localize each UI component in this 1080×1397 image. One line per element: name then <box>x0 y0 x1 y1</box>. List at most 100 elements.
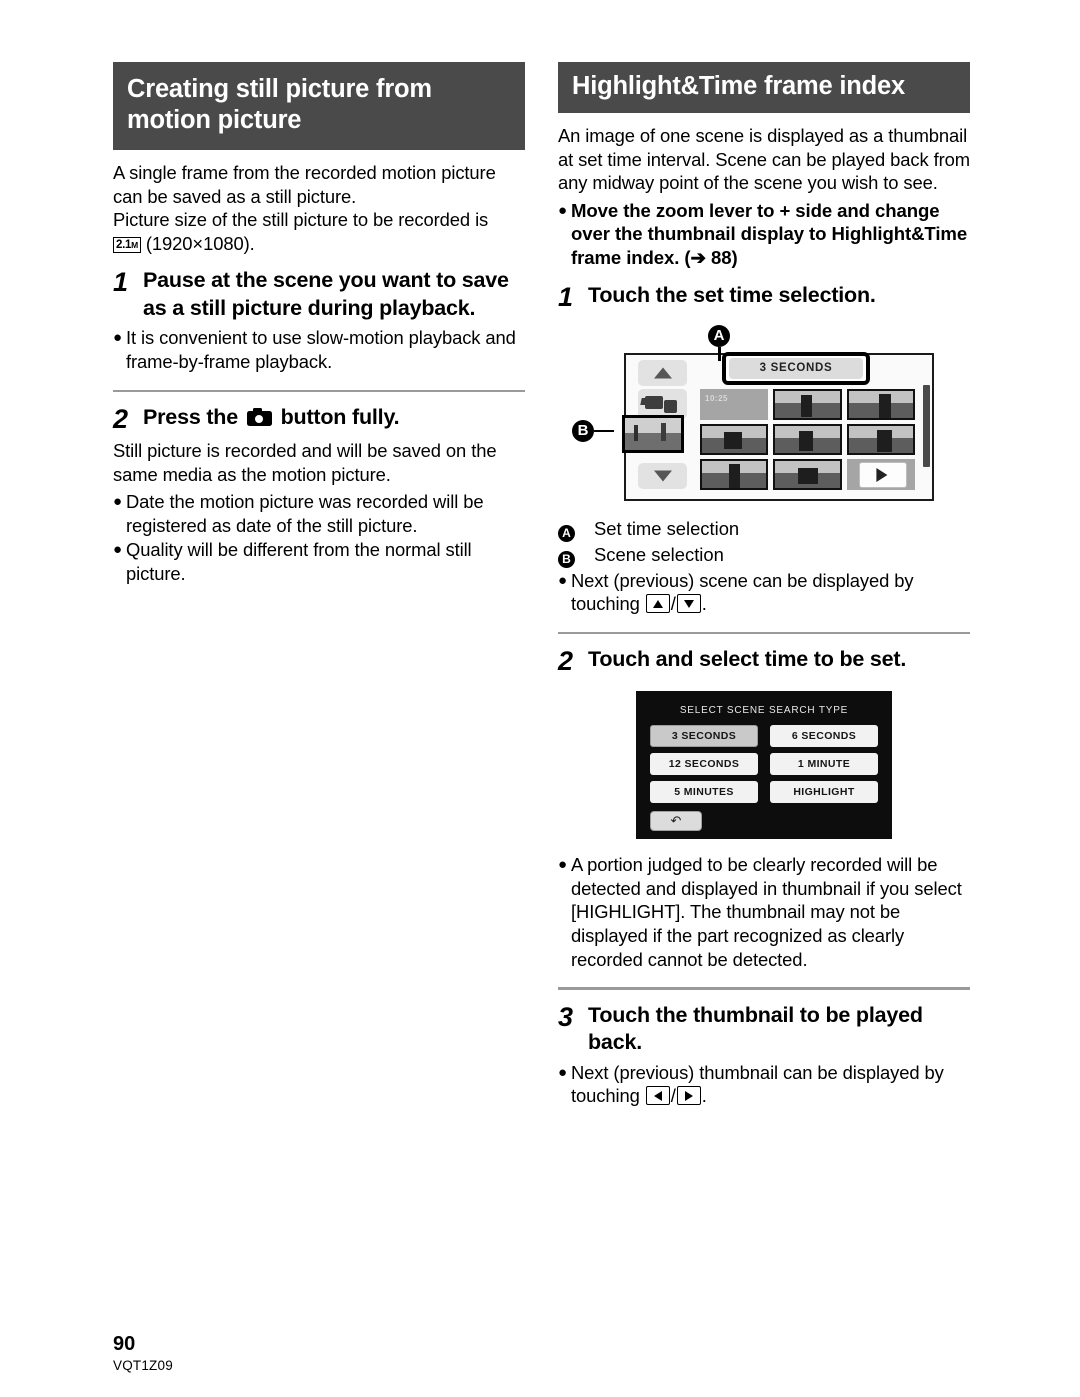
right-step-2-number: 2 <box>558 646 574 677</box>
left-intro-2-pre: Picture size of the still picture to be … <box>113 209 489 231</box>
bullet-dot-icon: ● <box>113 493 122 511</box>
left-step-2-number: 2 <box>113 404 129 435</box>
option-3-seconds[interactable]: 3 SECONDS <box>650 725 758 748</box>
option-5-minutes[interactable]: 5 MINUTES <box>650 781 758 804</box>
right-divider-2 <box>558 987 970 990</box>
left-section-header: Creating still picture from motion pictu… <box>113 62 525 150</box>
bullet-dot-icon: ● <box>558 1063 567 1081</box>
scrollbar[interactable] <box>923 384 930 467</box>
scene-search-options: 3 SECONDS 6 SECONDS 12 SECONDS 1 MINUTE … <box>650 725 878 809</box>
left-step-1: 1 Pause at the scene you want to save as… <box>113 267 525 322</box>
bullet-text: Quality will be different from the norma… <box>126 539 472 585</box>
document-code: VQT1Z09 <box>113 1358 173 1373</box>
thumbnail-item[interactable] <box>773 388 842 420</box>
manual-page: Creating still picture from motion pictu… <box>0 0 1080 1397</box>
bullet-text: Next (previous) thumbnail can be display… <box>571 1061 944 1107</box>
thumbnail-item[interactable] <box>700 423 769 455</box>
right-step-1-title: Touch the set time selection. <box>588 282 876 307</box>
left-step-2: 2 Press the button fully. <box>113 404 525 433</box>
bullet-item: ● Date the motion picture was recorded w… <box>113 490 525 537</box>
bullet-dot-icon: ● <box>558 201 567 219</box>
bullet-dot-icon: ● <box>113 541 122 559</box>
thumbnail-row: 10:25 <box>700 388 920 420</box>
bullet-item: ● A portion judged to be clearly recorde… <box>558 853 970 971</box>
right-section-header: Highlight&Time frame index <box>558 62 970 113</box>
option-1-minute[interactable]: 1 MINUTE <box>770 753 878 776</box>
option-highlight[interactable]: HIGHLIGHT <box>770 781 878 804</box>
bullet-item: ● It is convenient to use slow-motion pl… <box>113 326 525 373</box>
bullet-text: A portion judged to be clearly recorded … <box>571 854 962 970</box>
left-intro-paragraph-2: Picture size of the still picture to be … <box>113 208 525 255</box>
bullet-item: ● Next (previous) thumbnail can be displ… <box>558 1061 970 1108</box>
scene-date-cell: 10:25 <box>700 388 769 420</box>
left-intro-paragraph-1: A single frame from the recorded motion … <box>113 162 496 207</box>
scene-up-button[interactable] <box>638 359 687 386</box>
right-step-1: 1 Touch the set time selection. <box>558 282 970 311</box>
figure-frame-index-screen: A B 10:25 3 SECONDS <box>558 323 970 509</box>
thumbnail-row <box>700 458 920 490</box>
scene-down-button[interactable] <box>638 462 687 489</box>
left-step-1-title: Pause at the scene you want to save as a… <box>143 268 509 320</box>
thumbnail-row <box>700 423 920 455</box>
set-time-selection-label: 3 SECONDS <box>729 357 863 379</box>
right-key-icon <box>676 1086 701 1106</box>
thumbnail-item[interactable] <box>700 458 769 490</box>
scene-date-label: 10:25 <box>705 393 728 403</box>
right-divider-1 <box>558 631 970 635</box>
right-step-3: 3 Touch the thumbnail to be played back. <box>558 1002 970 1057</box>
bullet-text: Move the zoom lever to + side and change… <box>571 199 968 268</box>
scene-selection-thumbnail[interactable] <box>622 414 684 453</box>
page-footer: 90 VQT1Z09 <box>113 1333 173 1374</box>
thumbnail-item[interactable] <box>846 388 915 420</box>
legend-b-text: Scene selection <box>594 543 724 565</box>
left-step-2-title-pre: Press the <box>143 405 239 430</box>
bullet-item: ● Next (previous) scene can be displayed… <box>558 569 970 616</box>
down-key-icon <box>676 594 701 614</box>
left-divider-1 <box>113 389 525 393</box>
right-step-3-title: Touch the thumbnail to be played back. <box>588 1002 923 1055</box>
bullet-text: Next (previous) scene can be displayed b… <box>571 569 914 615</box>
legend-a-text: Set time selection <box>594 517 740 539</box>
legend-bullet-post: . <box>701 593 707 615</box>
legend-row-a: A Set time selection <box>558 517 970 542</box>
step3-bullet-post: . <box>701 1085 707 1107</box>
scene-search-title: SELECT SCENE SEARCH TYPE <box>679 705 849 717</box>
option-6-seconds[interactable]: 6 SECONDS <box>770 725 878 748</box>
play-button[interactable] <box>858 461 907 488</box>
left-step-2-bullets: ● Date the motion picture was recorded w… <box>113 490 525 585</box>
set-time-selection-button[interactable]: 3 SECONDS <box>722 351 870 385</box>
picture-size-icon: 2.1M <box>113 237 141 254</box>
thumbnail-item[interactable] <box>773 458 842 490</box>
back-button[interactable]: ↶ <box>650 811 702 832</box>
play-cell <box>846 458 915 490</box>
thumbnail-item[interactable] <box>773 423 842 455</box>
left-step-1-number: 1 <box>113 267 129 298</box>
right-step-2-bullets: ● A portion judged to be clearly recorde… <box>558 853 970 971</box>
thumbnail-item[interactable] <box>846 423 915 455</box>
camera-screen-inner: 10:25 3 SECONDS <box>622 351 932 499</box>
left-column: Creating still picture from motion pictu… <box>113 62 525 586</box>
right-intro-bullets: ● Move the zoom lever to + side and chan… <box>558 199 970 270</box>
bullet-item: ● Move the zoom lever to + side and chan… <box>558 199 970 270</box>
photo-button-icon <box>246 408 272 427</box>
bullet-text: It is convenient to use slow-motion play… <box>126 327 516 372</box>
legend-b-marker: B <box>558 543 594 568</box>
left-step-2-text: Still picture is recorded and will be sa… <box>113 440 497 485</box>
up-arrow-icon <box>653 367 672 379</box>
step3-bullet-pre: Next (previous) thumbnail can be display… <box>571 1061 944 1107</box>
left-step-2-title: Press the button fully. <box>143 404 525 432</box>
right-step-1-number: 1 <box>558 281 574 312</box>
figure-scene-search-menu: SELECT SCENE SEARCH TYPE 3 SECONDS 6 SEC… <box>558 691 970 843</box>
left-intro-2-post: (1920×1080). <box>145 232 255 254</box>
bullet-dot-icon: ● <box>113 329 122 347</box>
callout-b-label: B <box>572 419 594 442</box>
camera-screen-frame: 10:25 3 SECONDS <box>622 351 934 501</box>
scene-search-screen: SELECT SCENE SEARCH TYPE 3 SECONDS 6 SEC… <box>636 691 892 840</box>
left-step-2-title-post: button fully. <box>280 405 400 430</box>
bullet-text: Date the motion picture was recorded wil… <box>126 491 484 536</box>
figure-1-legend: A Set time selection B Scene selection ●… <box>558 517 970 616</box>
callout-a-leader <box>718 346 721 361</box>
bullet-dot-icon: ● <box>558 571 567 589</box>
down-arrow-icon <box>653 470 672 482</box>
option-12-seconds[interactable]: 12 SECONDS <box>650 753 758 776</box>
